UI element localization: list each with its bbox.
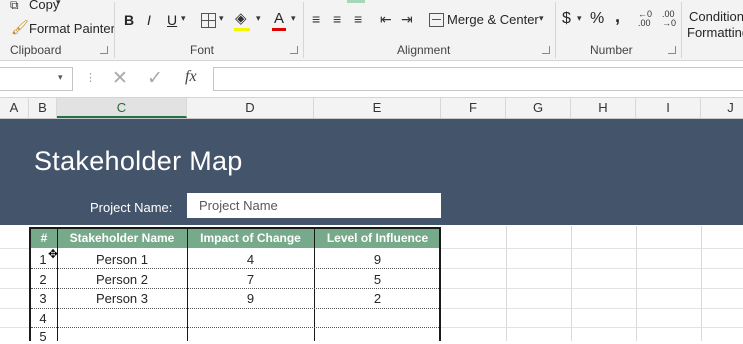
gridline <box>701 226 702 341</box>
impact-cell[interactable]: 7 <box>187 272 314 287</box>
gridline <box>571 226 572 341</box>
gridline <box>636 226 637 341</box>
enter-icon[interactable]: ✓ <box>147 67 163 90</box>
column-header-i[interactable]: I <box>636 98 701 118</box>
alignment-group-label: Alignment <box>397 43 451 57</box>
name-box[interactable]: ▾ <box>0 67 73 91</box>
percent-button[interactable]: % <box>590 10 604 28</box>
column-header-j[interactable]: J <box>701 98 743 118</box>
stakeholder-name-cell[interactable]: Person 1 <box>57 252 187 267</box>
clipboard-group-label: Clipboard <box>10 43 62 57</box>
column-header-d[interactable]: D <box>187 98 314 118</box>
fill-color-swatch <box>234 28 250 31</box>
italic-button[interactable]: I <box>147 12 151 28</box>
align-center-icon[interactable]: ≡ <box>333 11 341 27</box>
influence-cell[interactable]: 2 <box>314 291 441 306</box>
row-number-cell[interactable]: 5 <box>31 329 55 344</box>
bold-button[interactable]: B <box>124 12 134 28</box>
column-header-b[interactable]: B <box>29 98 57 118</box>
column-header-c[interactable]: C <box>57 98 187 118</box>
number-launcher-icon[interactable] <box>668 46 676 54</box>
font-launcher-icon[interactable] <box>290 46 298 54</box>
underline-button[interactable]: U <box>167 12 177 28</box>
row-divider <box>31 327 439 328</box>
copy-dropdown-icon[interactable]: ▾ <box>56 0 61 8</box>
influence-cell[interactable]: 9 <box>314 252 441 267</box>
ribbon: ⧉ Copy ▾ 🖌 Format Painter Clipboard B I … <box>0 0 743 61</box>
row-number-cell[interactable]: 4 <box>31 311 55 326</box>
formula-bar-grip-icon: ⋮ <box>85 72 96 84</box>
conditional-formatting-button[interactable]: Conditional Formatting <box>686 0 743 40</box>
merge-center-button[interactable]: Merge & Center <box>447 12 539 27</box>
header-impact-of-change: Impact of Change <box>200 231 301 245</box>
ribbon-separator <box>681 2 682 58</box>
ribbon-separator <box>114 2 115 58</box>
increase-decimal-label: ←0 .00 <box>638 9 653 28</box>
stakeholder-name-cell[interactable]: Person 2 <box>57 272 187 287</box>
column-header-g[interactable]: G <box>506 98 571 118</box>
row-divider <box>31 288 439 289</box>
font-group-label: Font <box>190 43 215 57</box>
impact-cell[interactable]: 9 <box>187 291 314 306</box>
row-number-cell[interactable]: 3 <box>31 291 55 306</box>
borders-icon[interactable] <box>201 13 216 28</box>
fill-color-icon[interactable]: ◈ <box>235 9 247 27</box>
column-header-e[interactable]: E <box>314 98 441 118</box>
align-left-icon[interactable]: ≡ <box>312 11 320 27</box>
insert-function-icon[interactable]: fx <box>185 68 197 86</box>
row-divider <box>31 308 439 309</box>
comma-style-button[interactable]: , <box>615 6 620 27</box>
clipboard-launcher-icon[interactable] <box>100 46 108 54</box>
column-header-h[interactable]: H <box>571 98 636 118</box>
conditional-label: Conditional <box>689 9 743 24</box>
currency-button[interactable]: $ <box>562 10 571 28</box>
increase-indent-icon[interactable]: ⇥ <box>401 11 413 28</box>
font-color-dropdown-icon[interactable]: ▾ <box>291 13 296 24</box>
font-color-swatch <box>272 28 286 31</box>
column-headers: A B C D E F G H I J <box>0 98 743 119</box>
sheet-title: Stakeholder Map <box>34 146 243 176</box>
underline-dropdown-icon[interactable]: ▾ <box>181 13 186 24</box>
borders-dropdown-icon[interactable]: ▾ <box>219 13 224 24</box>
format-painter-button[interactable]: Format Painter <box>29 21 115 36</box>
row-divider <box>31 268 439 269</box>
merge-center-icon <box>429 13 444 27</box>
font-color-button[interactable]: A <box>274 10 284 27</box>
fill-color-dropdown-icon[interactable]: ▾ <box>256 13 261 24</box>
ribbon-separator <box>555 2 556 58</box>
impact-cell[interactable]: 4 <box>187 252 314 267</box>
ribbon-separator <box>303 2 304 58</box>
header-number: # <box>40 231 48 245</box>
influence-cell[interactable]: 5 <box>314 272 441 287</box>
currency-dropdown-icon[interactable]: ▾ <box>577 13 582 24</box>
header-level-of-influence: Level of Influence <box>326 231 429 245</box>
decrease-indent-icon[interactable]: ⇤ <box>380 11 392 28</box>
merge-dropdown-icon[interactable]: ▾ <box>539 13 544 24</box>
project-name-cell[interactable]: Project Name <box>187 193 441 218</box>
cancel-icon[interactable]: ✕ <box>112 67 128 90</box>
copy-icon: ⧉ <box>10 0 19 12</box>
formatting-label: Formatting <box>687 25 743 40</box>
project-name-label: Project Name: <box>90 200 173 215</box>
format-painter-icon: 🖌 <box>11 19 29 35</box>
stakeholder-name-cell[interactable]: Person 3 <box>57 291 187 306</box>
row-number-cell[interactable]: 2 <box>31 272 55 287</box>
column-header-f[interactable]: F <box>441 98 506 118</box>
align-right-icon[interactable]: ≡ <box>354 11 362 27</box>
name-box-dropdown-icon[interactable]: ▾ <box>58 72 63 83</box>
header-stakeholder-name: Stakeholder Name <box>69 231 175 245</box>
column-header-a[interactable]: A <box>0 98 29 118</box>
alignment-launcher-icon[interactable] <box>542 46 550 54</box>
formula-input[interactable] <box>213 67 743 91</box>
gridline <box>506 226 507 341</box>
number-group-label: Number <box>590 43 633 57</box>
copy-button[interactable]: Copy <box>29 0 59 12</box>
wrap-text-highlight <box>347 0 365 3</box>
